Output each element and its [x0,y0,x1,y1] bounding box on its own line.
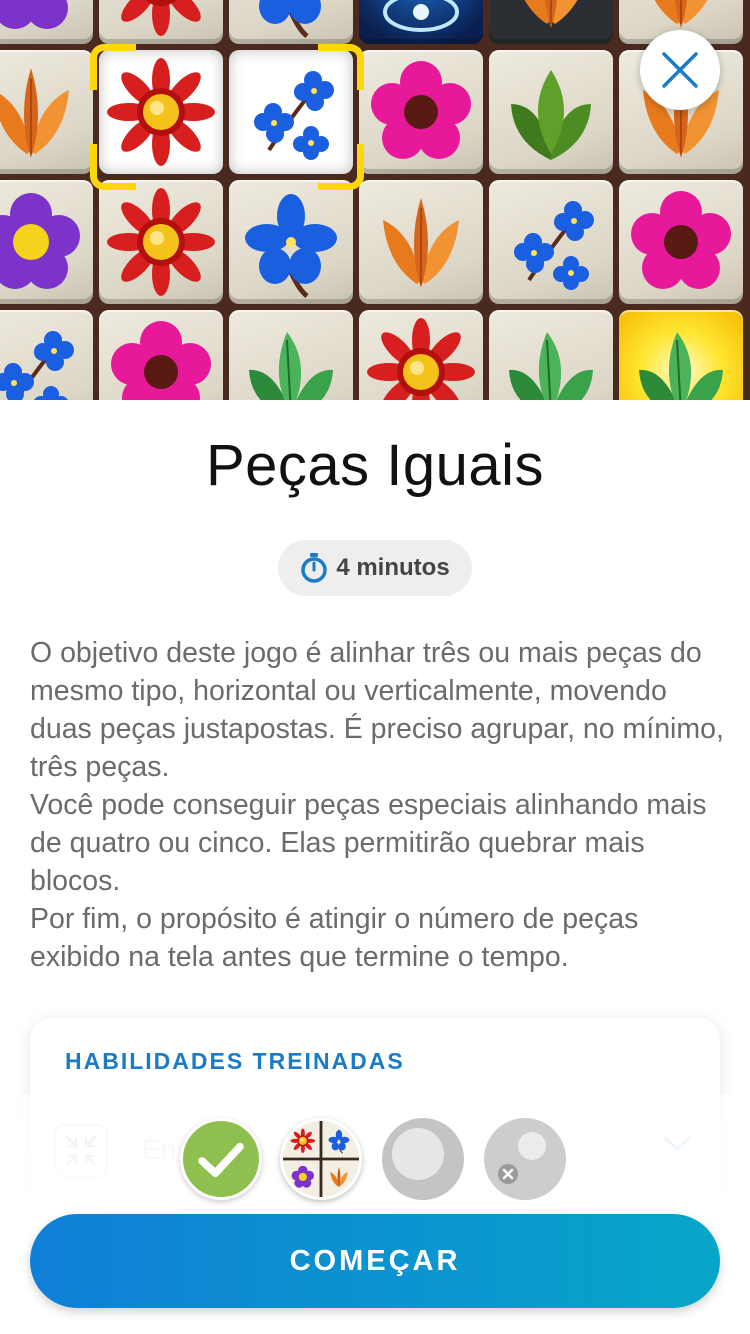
start-button[interactable]: COMEÇAR [30,1214,720,1308]
selection-corner [90,144,136,190]
close-button[interactable] [640,30,720,110]
close-icon [662,52,698,88]
tile-glowing-leaves[interactable] [619,310,743,400]
selection-corner [318,44,364,90]
progress-step-locked [484,1118,566,1200]
description-paragraph: Você pode conseguir peças especiais alin… [30,789,707,897]
selection-corner [90,44,136,90]
progress-step-current [280,1118,362,1200]
circle-icon [392,1128,444,1180]
game-description: O objetivo deste jogo é alinhar três ou … [30,634,730,976]
tile-orange-leaves[interactable] [0,50,93,174]
game-board-preview [0,0,750,400]
tile-blue-violet[interactable] [229,0,353,44]
tile-dark-leaves[interactable] [489,0,613,44]
tile-olive-leaves[interactable] [489,50,613,174]
skills-heading: HABILIDADES TREINADAS [65,1048,405,1074]
tile-blue-sprig[interactable] [0,310,93,400]
tile-pink-flower[interactable] [619,180,743,304]
tile-pink-flower[interactable] [359,50,483,174]
progress-step-done [180,1118,262,1200]
locked-circle-icon [498,1132,546,1184]
tile-green-leaves[interactable] [229,310,353,400]
tile-pink-flower[interactable] [99,310,223,400]
tile-blue-violet[interactable] [229,180,353,304]
description-paragraph: O objetivo deste jogo é alinhar três ou … [30,637,724,783]
description-paragraph: Por fim, o propósito é atingir o número … [30,903,639,973]
duration-badge: 4 minutos [278,540,472,596]
checkmark-icon [198,1142,244,1178]
tile-special-blue[interactable] [359,0,483,44]
stopwatch-icon [301,553,328,583]
tile-red-daisy[interactable] [99,180,223,304]
tile-red-daisy[interactable] [359,310,483,400]
duration-label: 4 minutos [336,554,450,581]
tile-purple-flower[interactable] [0,180,93,304]
flower-tiles-icon [283,1121,359,1197]
tile-blue-sprig[interactable] [489,180,613,304]
selection-corner [318,144,364,190]
tile-orange-leaves[interactable] [359,180,483,304]
tile-red-daisy[interactable] [99,0,223,44]
game-title: Peças Iguais [205,433,545,498]
tile-purple-flower[interactable] [0,0,93,44]
tile-green-leaves[interactable] [489,310,613,400]
progress-step-upcoming [382,1118,464,1200]
